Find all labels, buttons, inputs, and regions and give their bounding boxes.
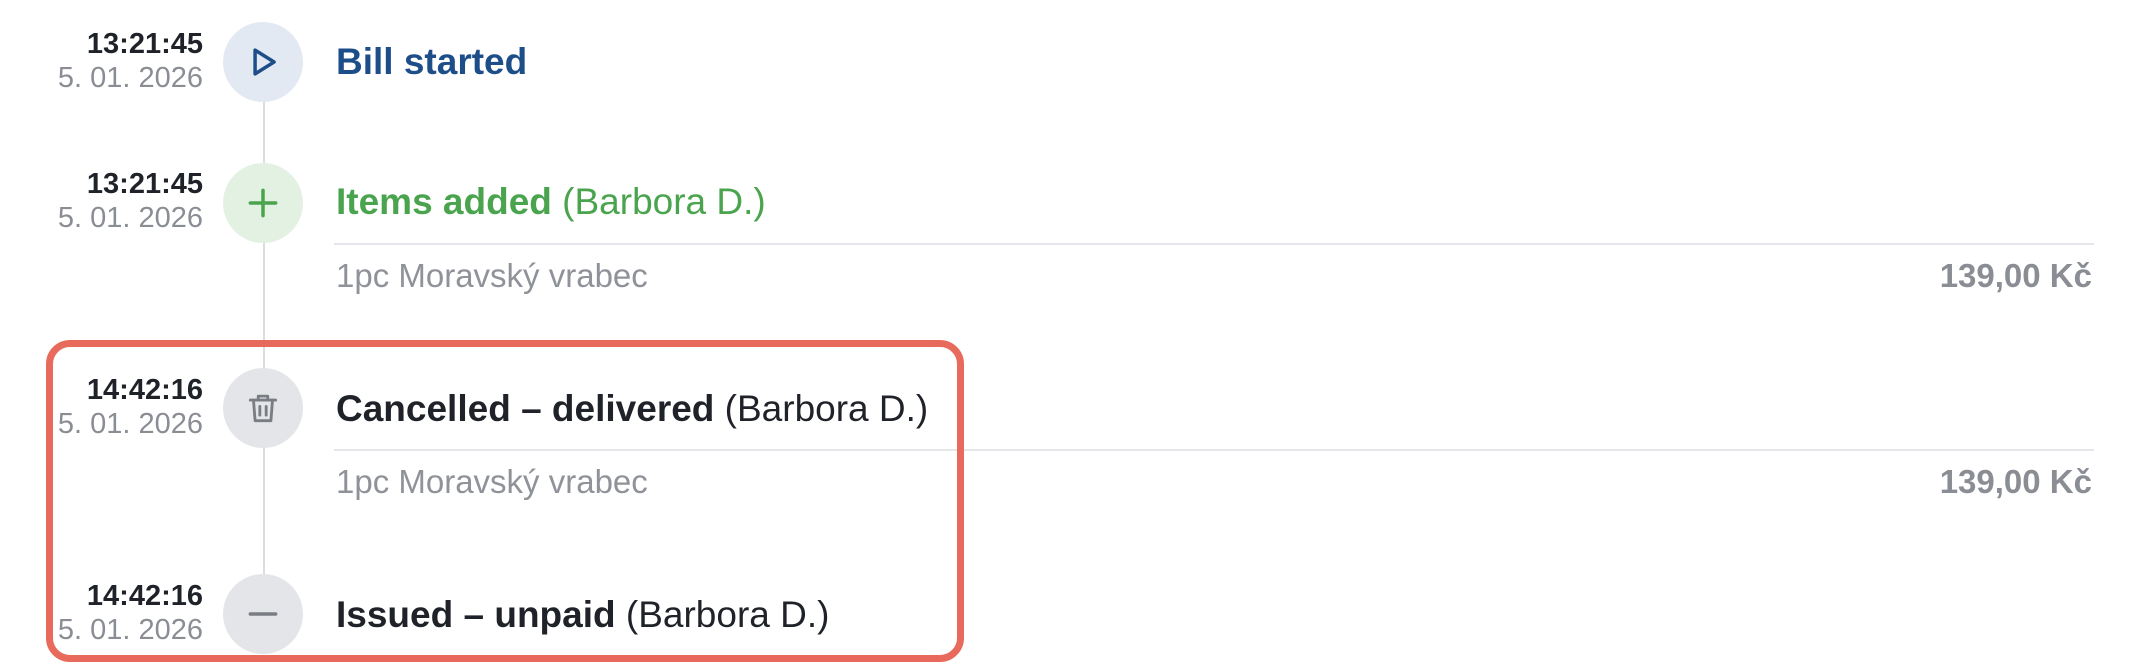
- play-icon: [223, 22, 303, 102]
- event-time: 13:21:45: [86, 168, 203, 200]
- line-item-price: 139,00 Kč: [1939, 257, 2092, 294]
- bill-history-timeline: 13:21:45 5. 01. 2026 Bill started 13:21:…: [0, 0, 2130, 670]
- line-item-description: 1pc Moravský vrabec: [336, 257, 648, 294]
- event-timestamp: 13:21:45 5. 01. 2026: [58, 167, 203, 235]
- event-date: 5. 01. 2026: [57, 202, 203, 234]
- event-time: 13:21:45: [86, 28, 203, 60]
- plus-icon: [223, 163, 303, 243]
- event-timestamp: 13:21:45 5. 01. 2026: [58, 27, 203, 95]
- line-item-price: 139,00 Kč: [1939, 463, 2092, 500]
- event-title: Bill started: [336, 40, 527, 84]
- event-title: Items added (Barbora D.): [336, 180, 766, 224]
- event-title-user: (Barbora D.): [551, 181, 766, 222]
- event-date: 5. 01. 2026: [57, 62, 203, 94]
- highlight-annotation-box: [46, 340, 964, 662]
- item-divider: [334, 243, 2094, 245]
- event-title-bold: Items added: [336, 181, 552, 222]
- event-title-bold: Bill started: [336, 41, 528, 82]
